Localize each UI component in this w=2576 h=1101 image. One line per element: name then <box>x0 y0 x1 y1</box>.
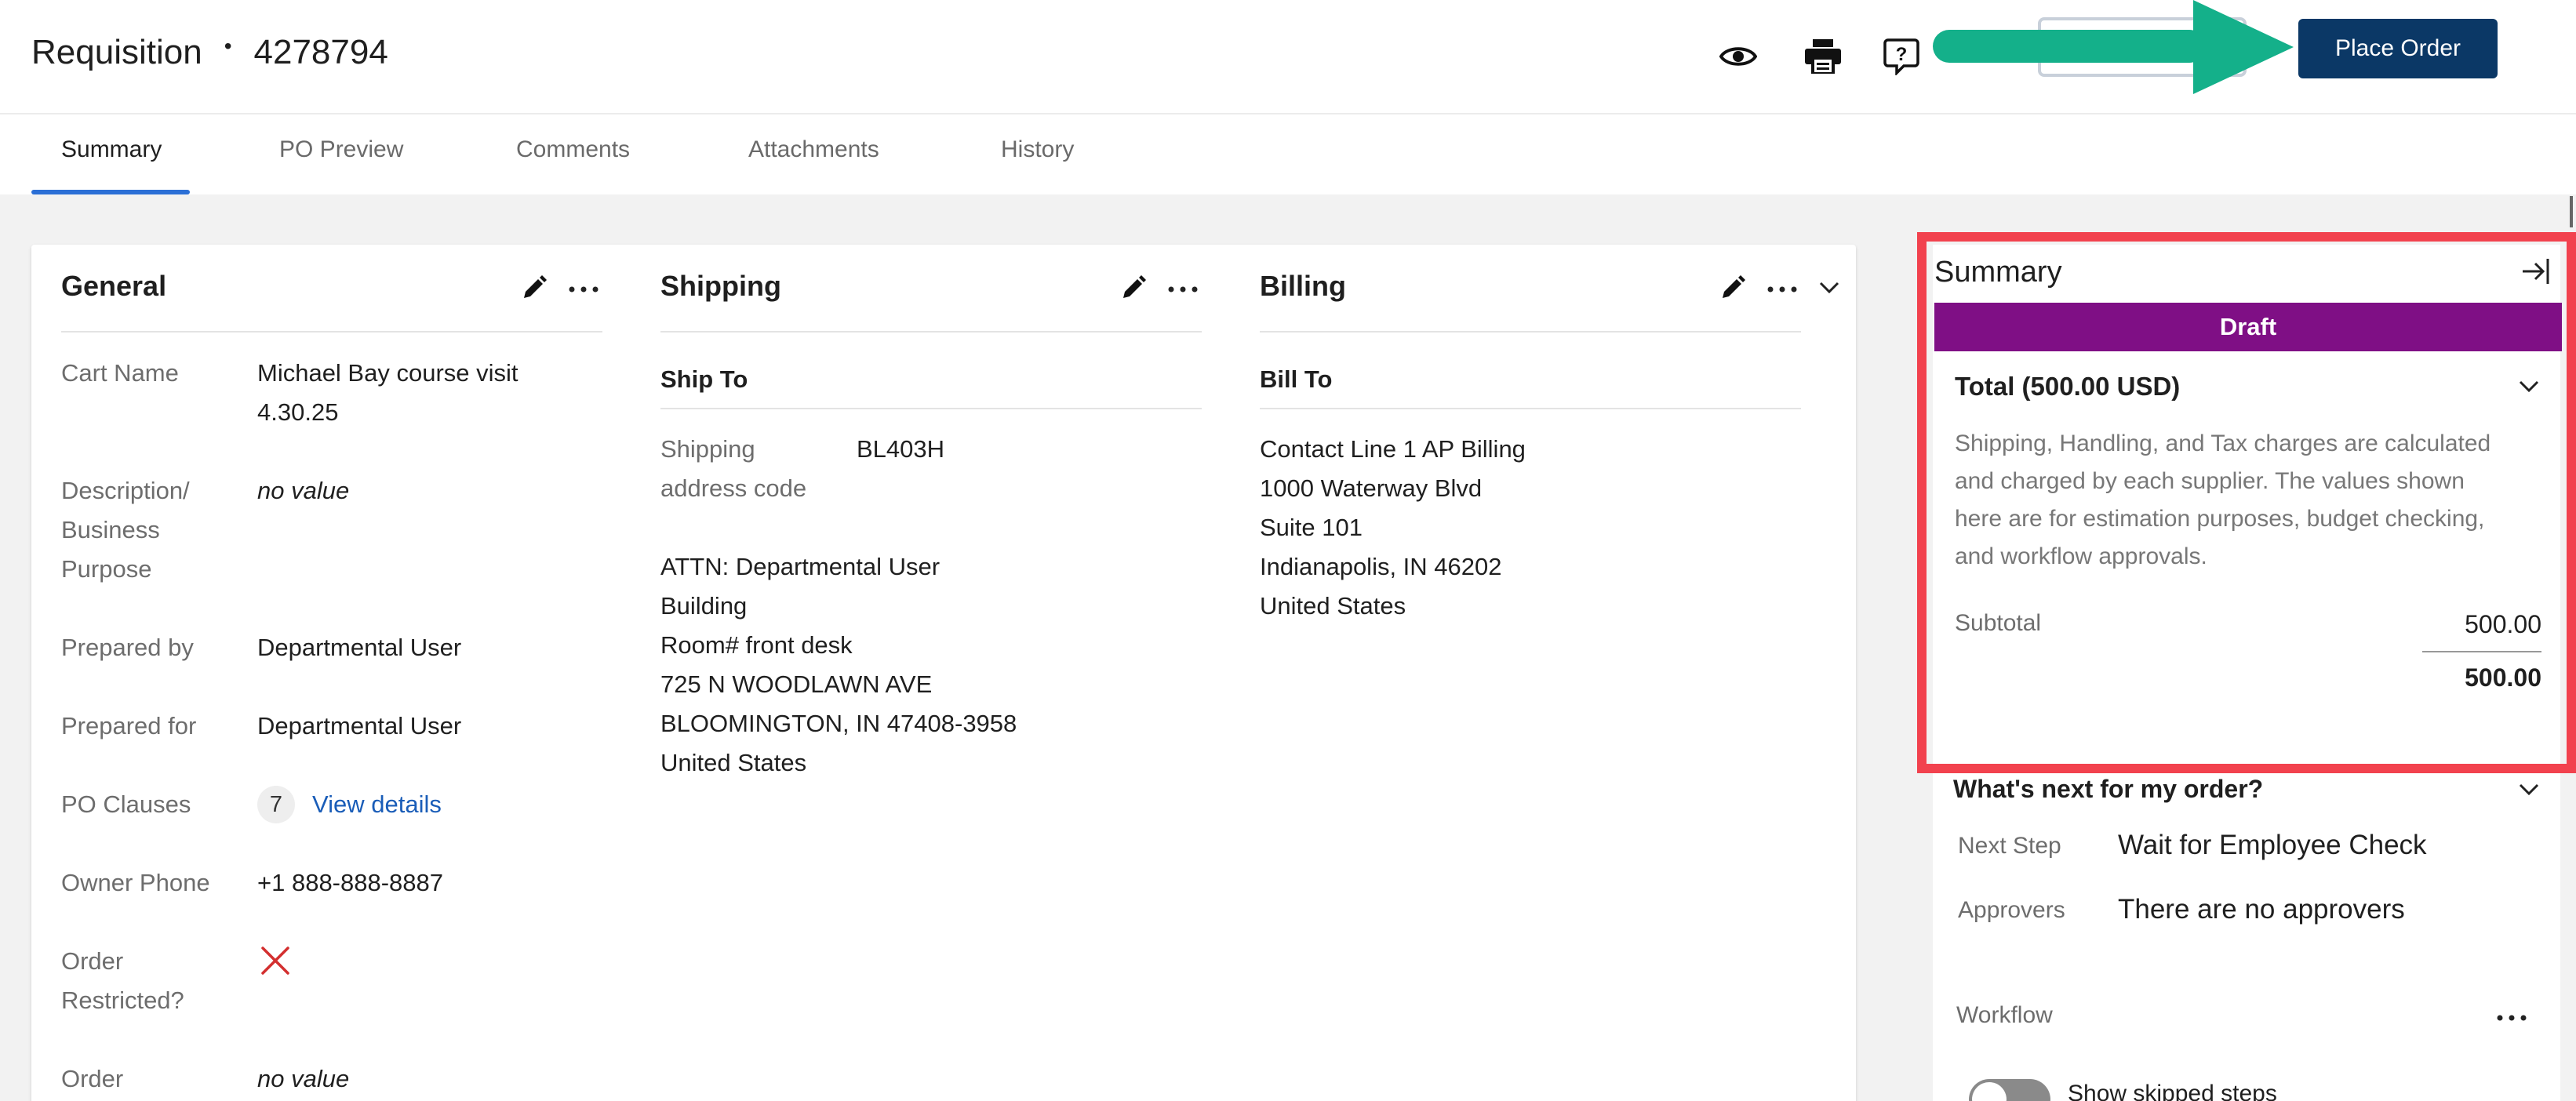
po-clauses-label: PO Clauses <box>61 790 191 818</box>
place-order-button[interactable]: Place Order <box>2298 19 2498 78</box>
collapse-chevron-icon[interactable] <box>1818 281 1840 299</box>
edit-icon[interactable] <box>1120 274 1147 305</box>
shipping-divider <box>660 331 1202 332</box>
prepared-for-value: Departmental User <box>257 712 462 739</box>
edit-icon[interactable] <box>521 274 548 305</box>
tab-history[interactable]: History <box>1001 136 1074 163</box>
edit-icon[interactable] <box>1719 274 1746 305</box>
shipping-heading: Shipping <box>660 270 781 302</box>
order-restricted-label-1: Order <box>61 947 124 975</box>
owner-phone-value: +1 888-888-8887 <box>257 869 444 896</box>
description-label-2: Business <box>61 516 160 543</box>
shipping-code-value: BL403H <box>857 435 945 463</box>
next-step-label: Next Step <box>1958 833 2061 859</box>
order-value: no value <box>257 1065 350 1092</box>
ship-to-heading: Ship To <box>660 365 748 393</box>
description-label-3: Purpose <box>61 555 152 583</box>
description-value: no value <box>257 477 350 504</box>
prepared-by-value: Departmental User <box>257 634 462 661</box>
workflow-label: Workflow <box>1956 1002 2053 1028</box>
tab-summary[interactable]: Summary <box>61 136 162 163</box>
more-options-icon[interactable] <box>568 283 599 297</box>
ship-to-address-line: Room# front desk <box>660 631 853 659</box>
approvers-label: Approvers <box>1958 897 2065 923</box>
ship-to-address-line: BLOOMINGTON, IN 47408-3958 <box>660 710 1017 737</box>
order-restricted-label-2: Restricted? <box>61 987 184 1014</box>
ship-to-address-line: ATTN: Departmental User <box>660 553 941 580</box>
eye-icon[interactable] <box>1716 35 1760 78</box>
bill-to-heading: Bill To <box>1260 365 1333 393</box>
prepared-by-label: Prepared by <box>61 634 194 661</box>
cart-name-label: Cart Name <box>61 359 179 387</box>
description-label-1: Description/ <box>61 477 190 504</box>
more-options-icon[interactable] <box>1766 283 1798 297</box>
page-header: Requisition • 4278794 ? Place Order <box>0 0 2576 113</box>
highlight-annotation-box <box>1917 232 2576 773</box>
bill-to-address-line: Suite 101 <box>1260 514 1363 541</box>
next-step-value: Wait for Employee Check <box>2118 830 2427 860</box>
scrollbar[interactable] <box>2570 196 2573 227</box>
bill-to-address-line: Indianapolis, IN 46202 <box>1260 553 1502 580</box>
cart-name-value-line2: 4.30.25 <box>257 398 339 426</box>
active-tab-indicator <box>31 190 190 194</box>
svg-text:?: ? <box>1896 44 1908 65</box>
chevron-down-icon[interactable] <box>2518 783 2540 801</box>
billing-divider <box>1260 331 1801 332</box>
title-separator: • <box>224 34 232 58</box>
general-divider <box>61 331 602 332</box>
ship-to-address-line: 725 N WOODLAWN AVE <box>660 670 933 698</box>
bill-to-address-line: 1000 Waterway Blvd <box>1260 474 1483 502</box>
bill-to-address-line: United States <box>1260 592 1406 620</box>
shipping-code-label-1: Shipping <box>660 435 755 463</box>
page-title: Requisition • 4278794 <box>31 33 388 72</box>
close-icon <box>260 946 290 979</box>
owner-phone-label: Owner Phone <box>61 869 210 896</box>
more-options-icon[interactable] <box>2496 1012 2527 1026</box>
billing-heading: Billing <box>1260 270 1346 302</box>
general-heading: General <box>61 270 167 302</box>
po-clauses-count-badge: 7 <box>257 786 295 823</box>
title-text: Requisition <box>31 33 202 71</box>
cart-name-value-line1: Michael Bay course visit <box>257 359 518 387</box>
ship-to-address-line: United States <box>660 749 807 776</box>
bill-to-divider <box>1260 408 1801 409</box>
help-icon[interactable]: ? <box>1879 35 1923 78</box>
ship-to-address-line: Building <box>660 592 748 620</box>
tab-bar: Summary PO Preview Comments Attachments … <box>0 113 2576 194</box>
approvers-value: There are no approvers <box>2118 894 2405 925</box>
printer-icon[interactable] <box>1801 35 1845 78</box>
requisition-number: 4278794 <box>253 33 388 71</box>
billing-tools <box>1719 274 1840 305</box>
order-label: Order <box>61 1065 124 1092</box>
view-details-link[interactable]: View details <box>312 785 442 824</box>
tab-attachments[interactable]: Attachments <box>748 136 879 163</box>
ship-to-divider <box>660 408 1202 409</box>
whats-next-heading[interactable]: What's next for my order? <box>1953 775 2263 804</box>
prepared-for-label: Prepared for <box>61 712 197 739</box>
shipping-code-label-2: address code <box>660 474 807 502</box>
bill-to-address-line: Contact Line 1 AP Billing <box>1260 435 1526 463</box>
more-options-icon[interactable] <box>1167 283 1199 297</box>
shipping-tools <box>1120 274 1199 305</box>
general-tools <box>521 274 599 305</box>
tab-comments[interactable]: Comments <box>516 136 630 163</box>
tab-po-preview[interactable]: PO Preview <box>279 136 403 163</box>
show-skipped-label: Show skipped steps <box>2068 1081 2277 1101</box>
annotation-arrow-icon <box>1933 0 2294 94</box>
